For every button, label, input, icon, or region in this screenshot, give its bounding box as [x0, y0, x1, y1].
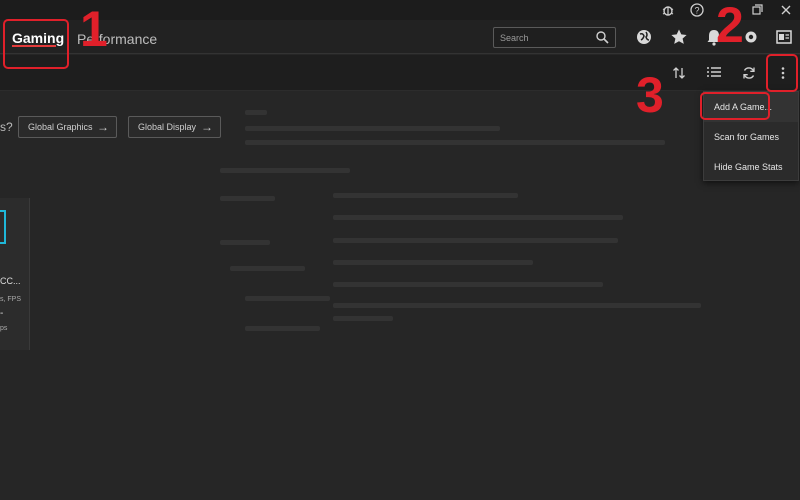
refresh-icon[interactable]: [741, 65, 757, 81]
menu-item-scan-for-games[interactable]: Scan for Games: [704, 122, 798, 152]
game-thumbnail: [0, 210, 6, 244]
blurred-content: [245, 326, 320, 331]
arrow-right-icon: →: [201, 120, 213, 134]
help-icon[interactable]: ?: [689, 2, 705, 18]
blurred-content: [220, 168, 350, 173]
blurred-content: [230, 266, 305, 271]
blurred-content: [333, 303, 701, 308]
blurred-content: [220, 196, 275, 201]
annotation-box-add-game: [700, 92, 770, 120]
bug-icon[interactable]: [660, 2, 676, 18]
annotation-number-1: 1: [80, 1, 108, 57]
blurred-content: [333, 282, 603, 287]
global-display-label: Global Display: [138, 122, 197, 132]
arrow-right-icon: →: [97, 120, 109, 134]
search-box[interactable]: [493, 27, 616, 48]
blurred-content: [245, 110, 267, 115]
blurred-content: [333, 316, 393, 321]
list-view-icon[interactable]: [706, 65, 722, 81]
annotation-box-more-options: [766, 54, 798, 92]
blurred-content: [245, 296, 330, 301]
svg-text:?: ?: [694, 6, 699, 16]
blurred-content: [220, 240, 270, 245]
globe-icon[interactable]: [635, 28, 653, 46]
global-graphics-label: Global Graphics: [28, 122, 93, 132]
blurred-content: [333, 260, 533, 265]
annotation-number-2: 2: [716, 0, 744, 53]
account-icon[interactable]: [775, 28, 793, 46]
annotation-number-3: 3: [636, 67, 664, 123]
blurred-content: [333, 238, 618, 243]
game-name: CC...: [0, 276, 21, 286]
annotation-box-gaming-tab: [3, 19, 69, 69]
blurred-content: [333, 215, 623, 220]
question-text: s?: [0, 120, 13, 134]
settings-icon[interactable]: [742, 28, 760, 46]
game-fps-label: s, FPS: [0, 296, 22, 303]
game-fps-unit: ps: [0, 325, 8, 332]
game-fps-value: -: [0, 308, 4, 319]
game-card[interactable]: CC... s, FPS - ps: [0, 198, 30, 350]
title-bar: ?: [0, 0, 800, 20]
star-icon[interactable]: [670, 28, 688, 46]
blurred-content: [245, 126, 500, 131]
close-icon[interactable]: [778, 2, 794, 18]
global-display-button[interactable]: Global Display →: [128, 116, 221, 138]
search-input[interactable]: [500, 30, 596, 45]
search-icon[interactable]: [595, 30, 609, 44]
maximize-icon[interactable]: [749, 2, 765, 18]
sort-icon[interactable]: [671, 65, 687, 81]
global-graphics-button[interactable]: Global Graphics →: [18, 116, 117, 138]
blurred-content: [333, 193, 518, 198]
blurred-content: [245, 140, 665, 145]
menu-item-hide-game-stats[interactable]: Hide Game Stats: [704, 152, 798, 182]
